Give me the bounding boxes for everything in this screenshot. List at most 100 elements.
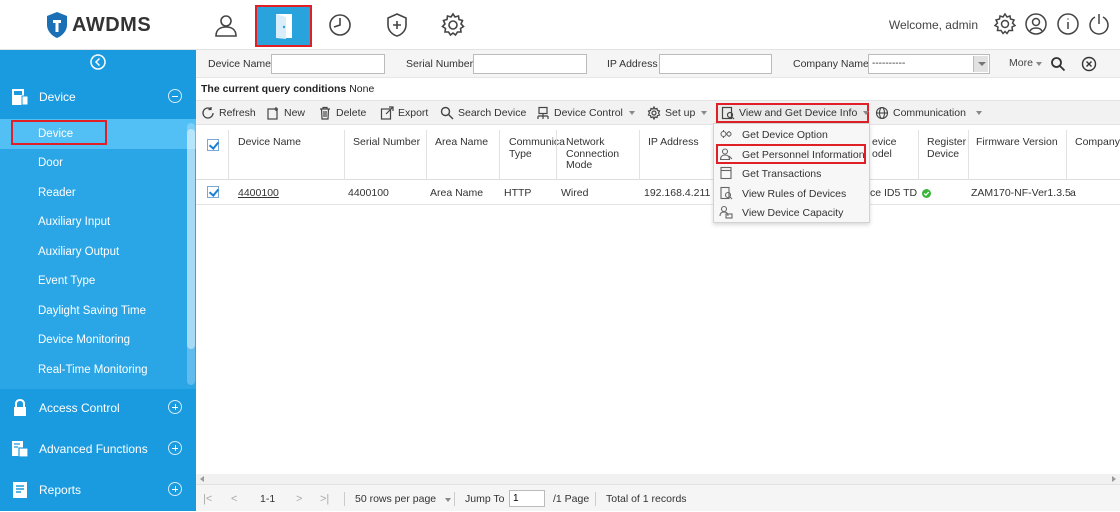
info-icon[interactable]: [1056, 12, 1080, 36]
user-circle-icon[interactable]: [1024, 12, 1048, 36]
sidebar-group-access-control[interactable]: Access Control: [0, 385, 196, 430]
scroll-left-icon[interactable]: [200, 476, 204, 482]
ip-address-input[interactable]: [659, 54, 772, 74]
settings-icon[interactable]: [993, 12, 1017, 36]
person-icon: [215, 15, 237, 37]
th-company[interactable]: Company: [1075, 136, 1120, 149]
collapse-icon[interactable]: [168, 89, 182, 103]
view-info-icon: [721, 106, 735, 120]
th-serial-number[interactable]: Serial Number: [353, 136, 420, 149]
menu-item-view-rules[interactable]: View Rules of Devices: [714, 184, 869, 203]
nav-personnel[interactable]: [208, 7, 244, 43]
nav-access-device[interactable]: [255, 5, 312, 47]
table-header: Device Name Serial Number Area Name Comm…: [196, 130, 1120, 180]
sidebar-item-device-monitoring[interactable]: Device Monitoring: [0, 326, 196, 356]
horizontal-scrollbar[interactable]: [196, 474, 1120, 484]
th-register-line2: Device: [927, 147, 960, 160]
more-button[interactable]: More: [1009, 57, 1042, 69]
sidebar-group-device[interactable]: Device: [0, 74, 196, 119]
device-name-input[interactable]: [271, 54, 385, 74]
sidebar-item-daylight-saving[interactable]: Daylight Saving Time: [0, 296, 196, 326]
expand-icon[interactable]: [168, 482, 182, 496]
th-device-name[interactable]: Device Name: [238, 136, 301, 149]
sidebar-item-auxiliary-output[interactable]: Auxiliary Output: [0, 237, 196, 267]
next-page-icon[interactable]: >: [296, 493, 302, 505]
new-button[interactable]: New: [266, 105, 305, 121]
clear-icon[interactable]: [1081, 56, 1097, 72]
expand-icon[interactable]: [168, 400, 182, 414]
nav-system[interactable]: [435, 7, 471, 43]
top-bar: AWDMS Welcome, admin: [0, 0, 1120, 50]
sidebar-group-label: Access Control: [39, 400, 120, 415]
th-network-mode[interactable]: Network Connection Mode: [566, 136, 619, 172]
th-firmware-version[interactable]: Firmware Version: [976, 136, 1058, 149]
sidebar-group-advanced-functions[interactable]: Advanced Functions: [0, 426, 196, 471]
cell-serial-number: 4400100: [348, 187, 389, 199]
caret-down-icon: [863, 111, 870, 115]
sidebar-item-event-type[interactable]: Event Type: [0, 267, 196, 297]
setup-button[interactable]: Set up: [647, 105, 708, 121]
door-icon: [275, 14, 292, 39]
refresh-button[interactable]: Refresh: [201, 105, 256, 121]
device-submenu: Device Door Reader Auxiliary Input Auxil…: [0, 119, 196, 389]
th-device-model[interactable]: evice odel: [872, 136, 897, 160]
communication-button[interactable]: Communication: [875, 105, 982, 121]
delete-label: Delete: [336, 107, 367, 119]
sidebar-scrollbar-thumb[interactable]: [187, 129, 195, 349]
view-get-info-button[interactable]: View and Get Device Info: [721, 105, 870, 121]
sidebar-item-auxiliary-input[interactable]: Auxiliary Input: [0, 208, 196, 238]
cell-company: a: [1070, 187, 1076, 199]
company-name-select[interactable]: ----------: [868, 54, 990, 74]
sidebar-group-reports[interactable]: Reports: [0, 467, 196, 512]
rows-per-page-select[interactable]: 50 rows per page: [355, 493, 452, 505]
menu-item-view-capacity[interactable]: View Device Capacity: [714, 203, 869, 222]
scroll-right-icon[interactable]: [1112, 476, 1116, 482]
view-get-info-dropdown: Get Device Option Get Personnel Informat…: [713, 123, 870, 223]
sidebar-collapse-button[interactable]: [0, 50, 196, 74]
sidebar-item-door[interactable]: Door: [0, 149, 196, 179]
query-conditions: The current query conditions None: [201, 83, 374, 95]
select-all-checkbox[interactable]: [207, 139, 219, 151]
delete-button[interactable]: Delete: [318, 105, 366, 121]
sidebar-item-realtime-monitoring[interactable]: Real-Time Monitoring: [0, 355, 196, 385]
search-device-label: Search Device: [458, 107, 527, 119]
search-device-button[interactable]: Search Device: [440, 105, 526, 121]
page-count: /1 Page: [553, 493, 590, 505]
th-register-device[interactable]: Register Device: [927, 136, 966, 160]
app-logo[interactable]: AWDMS: [46, 10, 151, 40]
jump-to-input[interactable]: [509, 490, 545, 507]
th-area-name[interactable]: Area Name: [435, 136, 488, 149]
conditions-label: The current query conditions: [201, 83, 347, 95]
table-row[interactable]: 4400100 4400100 Area Name HTTP Wired 192…: [196, 181, 1120, 205]
last-page-icon[interactable]: >|: [320, 493, 329, 505]
th-ip-address[interactable]: IP Address: [648, 136, 699, 149]
pagination: |< < 1-1 > >| 50 rows per page Jump To /…: [196, 484, 1120, 511]
power-icon[interactable]: [1087, 12, 1111, 36]
menu-item-label: View Rules of Devices: [742, 187, 847, 200]
search-icon: [440, 106, 454, 120]
device-control-button[interactable]: Device Control: [536, 105, 635, 121]
menu-item-get-transactions[interactable]: Get Transactions: [714, 164, 869, 183]
menu-item-get-device-option[interactable]: Get Device Option: [714, 125, 869, 144]
first-page-icon[interactable]: |<: [203, 493, 212, 505]
export-button[interactable]: Export: [380, 105, 428, 121]
chevron-down-icon: [973, 56, 988, 72]
setup-label: Set up: [665, 107, 696, 119]
new-label: New: [284, 107, 306, 119]
company-name-label: Company Name: [793, 58, 869, 70]
sidebar-item-label: Device Monitoring: [38, 334, 131, 347]
serial-number-input[interactable]: [473, 54, 587, 74]
prev-page-icon[interactable]: <: [231, 493, 237, 505]
menu-item-label: Get Device Option: [742, 128, 828, 141]
row-checkbox[interactable]: [207, 186, 219, 198]
device-name-link[interactable]: 4400100: [238, 187, 279, 199]
caret-down-icon: [445, 498, 452, 502]
clock-icon: [329, 14, 351, 36]
caret-down-icon: [1035, 62, 1042, 66]
expand-icon[interactable]: [168, 441, 182, 455]
nav-security[interactable]: [379, 7, 415, 43]
sidebar: Device Device Door Reader Auxiliary Inpu…: [0, 50, 196, 511]
search-icon[interactable]: [1050, 56, 1066, 72]
nav-attendance[interactable]: [322, 7, 358, 43]
sidebar-item-reader[interactable]: Reader: [0, 178, 196, 208]
